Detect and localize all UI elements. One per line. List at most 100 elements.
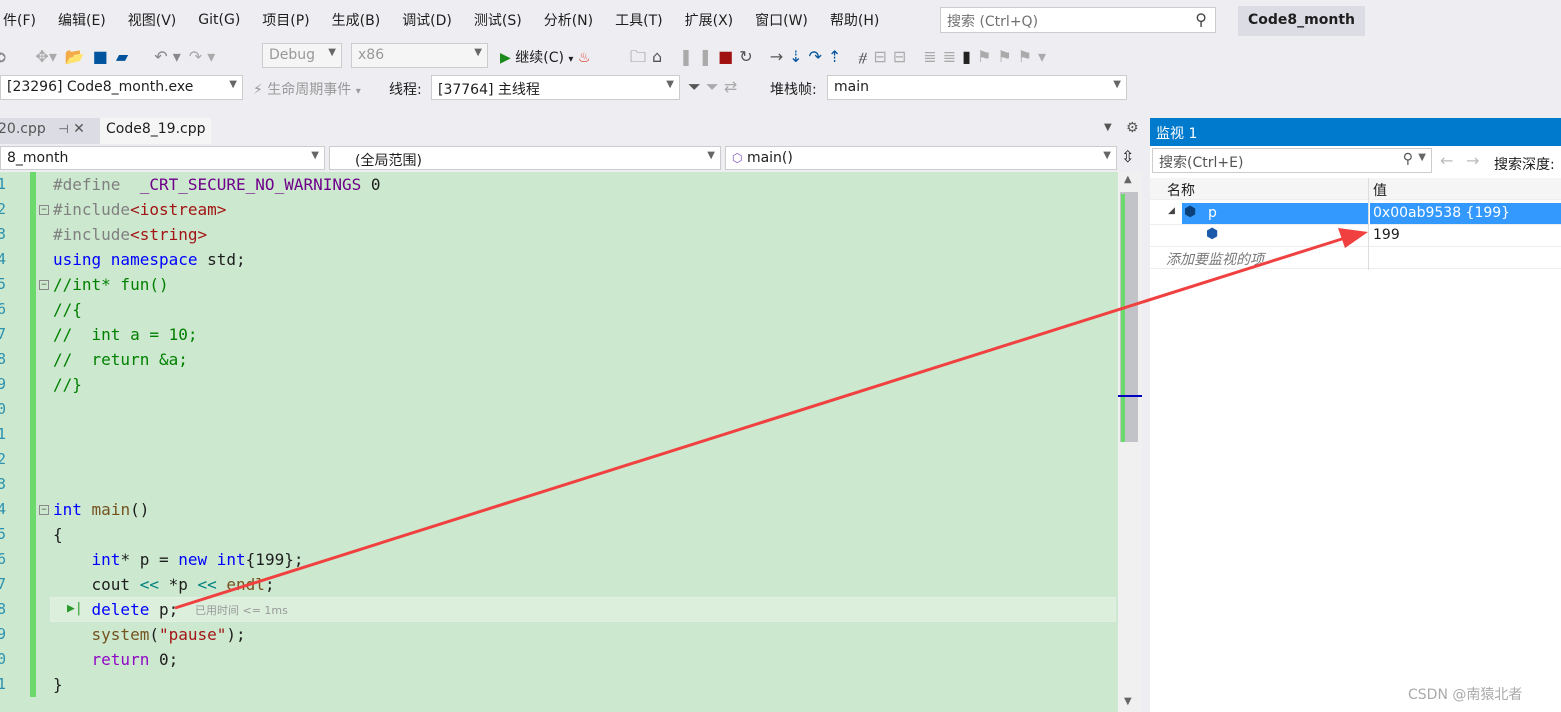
watch-name: p: [1208, 205, 1217, 221]
menu-debug[interactable]: 调试(D): [391, 10, 463, 30]
code-line: #define _CRT_SECURE_NO_WARNINGS 0: [53, 175, 381, 194]
undo-icon[interactable]: ↶ ▾: [154, 47, 181, 66]
document-tabs: 20.cpp ⊣ ✕ Code8_19.cpp ▼ ⚙: [0, 118, 1145, 144]
editor-scrollbar[interactable]: ▲ ▼: [1118, 172, 1142, 712]
member-select[interactable]: ⬡ main() ▼: [725, 146, 1117, 170]
watch-value: 0x00ab9538 {199}: [1373, 205, 1511, 221]
stack-frame-label: 堆栈帧:: [770, 82, 817, 98]
bookmark-icon[interactable]: ▮: [962, 47, 977, 66]
home-icon[interactable]: ⌂: [652, 47, 668, 66]
change-indicator: [30, 172, 36, 697]
tab-list-dropdown-icon[interactable]: ▼: [1104, 122, 1112, 133]
save-icon[interactable]: ■: [93, 47, 108, 66]
lifecycle-events-button[interactable]: ⚡ 生命周期事件 ▾: [253, 79, 361, 99]
process-select[interactable]: [23296] Code8_month.exe ▼: [0, 75, 243, 100]
bookmark-nav-icon[interactable]: ⚑⚑⚑▾: [977, 47, 1052, 66]
variable-icon: ⬢: [1184, 204, 1197, 220]
search-input[interactable]: 搜索 (Ctrl+Q) ⚲: [940, 7, 1216, 33]
menu-extensions[interactable]: 扩展(X): [674, 10, 745, 30]
tab-code8-19-cpp[interactable]: Code8_19.cpp: [100, 118, 212, 144]
step-over-icon[interactable]: ↷: [809, 47, 828, 66]
run-to-click-icon[interactable]: ▶|: [67, 601, 83, 616]
menu-git[interactable]: Git(G): [187, 12, 251, 28]
restart-icon[interactable]: ↻: [739, 47, 758, 66]
split-icon[interactable]: ⇳: [1121, 147, 1134, 166]
indent-icon[interactable]: ⊟⊟: [873, 47, 912, 66]
code-line: #include<string>: [53, 225, 208, 244]
menu-tools[interactable]: 工具(T): [604, 10, 673, 30]
line-number: 5: [0, 525, 6, 543]
menu-view[interactable]: 视图(V): [117, 10, 188, 30]
code-line: cout << *p << endl;: [53, 575, 275, 594]
menu-build[interactable]: 生成(B): [321, 10, 392, 30]
menu-file[interactable]: 件(F): [0, 10, 47, 30]
menu-test[interactable]: 测试(S): [463, 10, 533, 30]
watch-row[interactable]: ◢ ⬢ p 0x00ab9538 {199}: [1150, 203, 1561, 225]
scroll-up-icon[interactable]: ▲: [1124, 174, 1132, 185]
fold-icon[interactable]: −: [39, 505, 49, 515]
scroll-down-icon[interactable]: ▼: [1124, 696, 1132, 707]
redo-icon[interactable]: ↷ ▾: [189, 47, 216, 66]
code-line: {: [53, 525, 63, 544]
line-number: 6: [0, 550, 6, 568]
thread-label: 线程:: [389, 82, 422, 98]
stack-frame-select[interactable]: main ▼: [827, 75, 1127, 100]
column-name[interactable]: 名称: [1167, 180, 1195, 200]
hot-reload-icon[interactable]: ♨: [578, 50, 591, 66]
new-project-icon[interactable]: ✥▾: [35, 47, 56, 66]
step-into-icon[interactable]: ⇣: [789, 47, 808, 66]
scope-select[interactable]: (全局范围) ▼: [329, 146, 721, 170]
expand-icon[interactable]: ◢: [1168, 206, 1175, 216]
code-line: system("pause");: [91, 625, 246, 644]
find-icon[interactable]: 🗀: [630, 47, 652, 66]
stop-icon[interactable]: ■: [718, 47, 739, 66]
menu-project[interactable]: 项目(P): [251, 10, 320, 30]
fold-icon[interactable]: −: [39, 280, 49, 290]
line-number: 8: [0, 600, 6, 618]
comment-icon[interactable]: ≣≣: [923, 47, 962, 66]
fold-icon[interactable]: −: [39, 205, 49, 215]
search-back-icon[interactable]: ←: [1440, 151, 1453, 170]
add-watch-row[interactable]: 添加要监视的项: [1150, 247, 1561, 269]
hex-icon[interactable]: ⧣: [858, 47, 873, 66]
change-marker: [1121, 194, 1125, 442]
menu-help[interactable]: 帮助(H): [819, 10, 890, 30]
navigate-forward-icon[interactable]: ➲: [0, 47, 7, 66]
flag-threads-icon[interactable]: ⇄: [724, 77, 737, 96]
search-forward-icon[interactable]: →: [1466, 151, 1479, 170]
code-editor[interactable]: 1 2 3 4 5 6 7 8 9 0 1 2 3 4 5 6 7 8 9 0 1 − − − #define _CRT…: [0, 172, 1118, 712]
menu-window[interactable]: 窗口(W): [744, 10, 819, 30]
solution-title: Code8_month: [1238, 6, 1365, 36]
filter-icons: ⏷ ⏷ ⇄: [688, 77, 737, 97]
watch-search-input[interactable]: 搜索(Ctrl+E) ⚲ ▼: [1152, 148, 1432, 173]
close-icon[interactable]: ✕: [73, 121, 85, 137]
line-number: 8: [0, 350, 6, 368]
step-next-icon[interactable]: →: [770, 47, 789, 66]
thread-select[interactable]: [37764] 主线程 ▼: [431, 75, 680, 100]
platform-select[interactable]: x86 ▼: [351, 43, 488, 68]
filter-clear-icon[interactable]: ⏷: [706, 77, 719, 96]
filter-icon[interactable]: ⏷: [688, 77, 701, 96]
chevron-down-icon: ▼: [1103, 150, 1111, 161]
caret-marker: [1118, 395, 1142, 397]
lifecycle-icon: ⚡: [253, 82, 263, 98]
config-select[interactable]: Debug ▼: [262, 43, 342, 68]
continue-button[interactable]: ▶ 继续(C) ▾ ♨: [500, 47, 590, 67]
menu-analyze[interactable]: 分析(N): [533, 10, 604, 30]
chevron-down-icon: ▼: [1418, 152, 1426, 163]
step-out-icon[interactable]: ⇡: [828, 47, 847, 66]
perf-tip[interactable]: 已用时间 <= 1ms: [195, 602, 288, 618]
save-all-icon[interactable]: ▰: [116, 47, 128, 66]
tab-20-cpp[interactable]: 20.cpp ⊣ ✕: [0, 118, 100, 144]
watermark: CSDN @南猿北者: [1408, 687, 1523, 703]
open-file-icon[interactable]: 📂: [65, 47, 85, 66]
menu-edit[interactable]: 编辑(E): [47, 10, 117, 30]
watch-row[interactable]: ⬢ 199: [1150, 225, 1561, 247]
code-line: }: [53, 675, 63, 694]
project-select[interactable]: 8_month ▼: [0, 146, 325, 170]
watch-title: 监视 1: [1150, 118, 1561, 146]
pause-icon[interactable]: ❚❚: [679, 47, 718, 66]
column-value[interactable]: 值: [1373, 180, 1387, 200]
gear-icon[interactable]: ⚙: [1126, 120, 1139, 136]
pin-icon[interactable]: ⊣: [58, 122, 68, 136]
